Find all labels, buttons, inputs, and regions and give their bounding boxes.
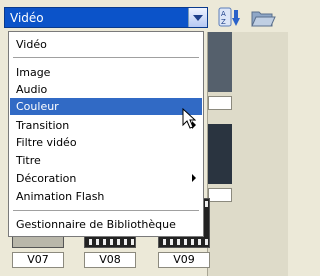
menu-item-label: Transition bbox=[16, 119, 70, 132]
svg-text:A: A bbox=[221, 10, 226, 18]
category-dropdown-list: Vidéo Image Audio Couleur Transition Fil… bbox=[8, 31, 204, 237]
svg-text:Z: Z bbox=[221, 18, 226, 26]
menu-separator bbox=[13, 210, 199, 211]
library-thumbnail[interactable] bbox=[208, 124, 232, 184]
menu-item-label: Couleur bbox=[16, 100, 59, 113]
menu-separator bbox=[13, 57, 199, 58]
thumbnail-label-v09: V09 bbox=[158, 252, 210, 268]
menu-item-animation-flash[interactable]: Animation Flash bbox=[10, 188, 202, 205]
menu-item-filtre-video[interactable]: Filtre vidéo bbox=[10, 134, 202, 151]
menu-item-decoration[interactable]: Décoration bbox=[10, 170, 202, 187]
menu-item-audio[interactable]: Audio bbox=[10, 81, 202, 98]
library-category-dropdown[interactable]: Vidéo bbox=[4, 7, 208, 28]
menu-item-titre[interactable]: Titre bbox=[10, 152, 202, 169]
menu-item-transition[interactable]: Transition bbox=[10, 117, 202, 134]
sort-az-icon: A Z bbox=[218, 7, 240, 27]
chevron-down-icon bbox=[193, 14, 203, 21]
menu-item-image[interactable]: Image bbox=[10, 64, 202, 81]
menu-item-label: Gestionnaire de Bibliothèque bbox=[16, 218, 176, 231]
menu-item-label: Animation Flash bbox=[16, 190, 105, 203]
sort-button[interactable]: A Z bbox=[217, 6, 241, 30]
thumbnail-label-v07: V07 bbox=[12, 252, 64, 268]
dropdown-arrow-button[interactable] bbox=[188, 8, 207, 27]
menu-item-couleur[interactable]: Couleur bbox=[10, 98, 202, 115]
thumbnail-label-v08: V08 bbox=[84, 252, 136, 268]
mouse-pointer-icon bbox=[182, 108, 196, 129]
dropdown-selected-value: Vidéo bbox=[10, 11, 44, 25]
menu-item-label: Titre bbox=[16, 154, 41, 167]
library-thumbnail[interactable] bbox=[208, 32, 232, 92]
menu-item-label: Décoration bbox=[16, 172, 77, 185]
menu-item-label: Filtre vidéo bbox=[16, 136, 77, 149]
menu-item-video[interactable]: Vidéo bbox=[10, 36, 202, 53]
menu-item-label: Audio bbox=[16, 83, 48, 96]
menu-item-label: Vidéo bbox=[16, 38, 47, 51]
menu-item-gestionnaire-bibliotheque[interactable]: Gestionnaire de Bibliothèque bbox=[10, 216, 202, 233]
library-thumbnail-label bbox=[208, 188, 232, 202]
open-folder-icon bbox=[251, 11, 276, 27]
menu-item-label: Image bbox=[16, 66, 51, 79]
open-folder-button[interactable] bbox=[250, 6, 276, 30]
library-thumbnail-label bbox=[208, 96, 232, 110]
submenu-arrow-icon bbox=[192, 174, 196, 182]
